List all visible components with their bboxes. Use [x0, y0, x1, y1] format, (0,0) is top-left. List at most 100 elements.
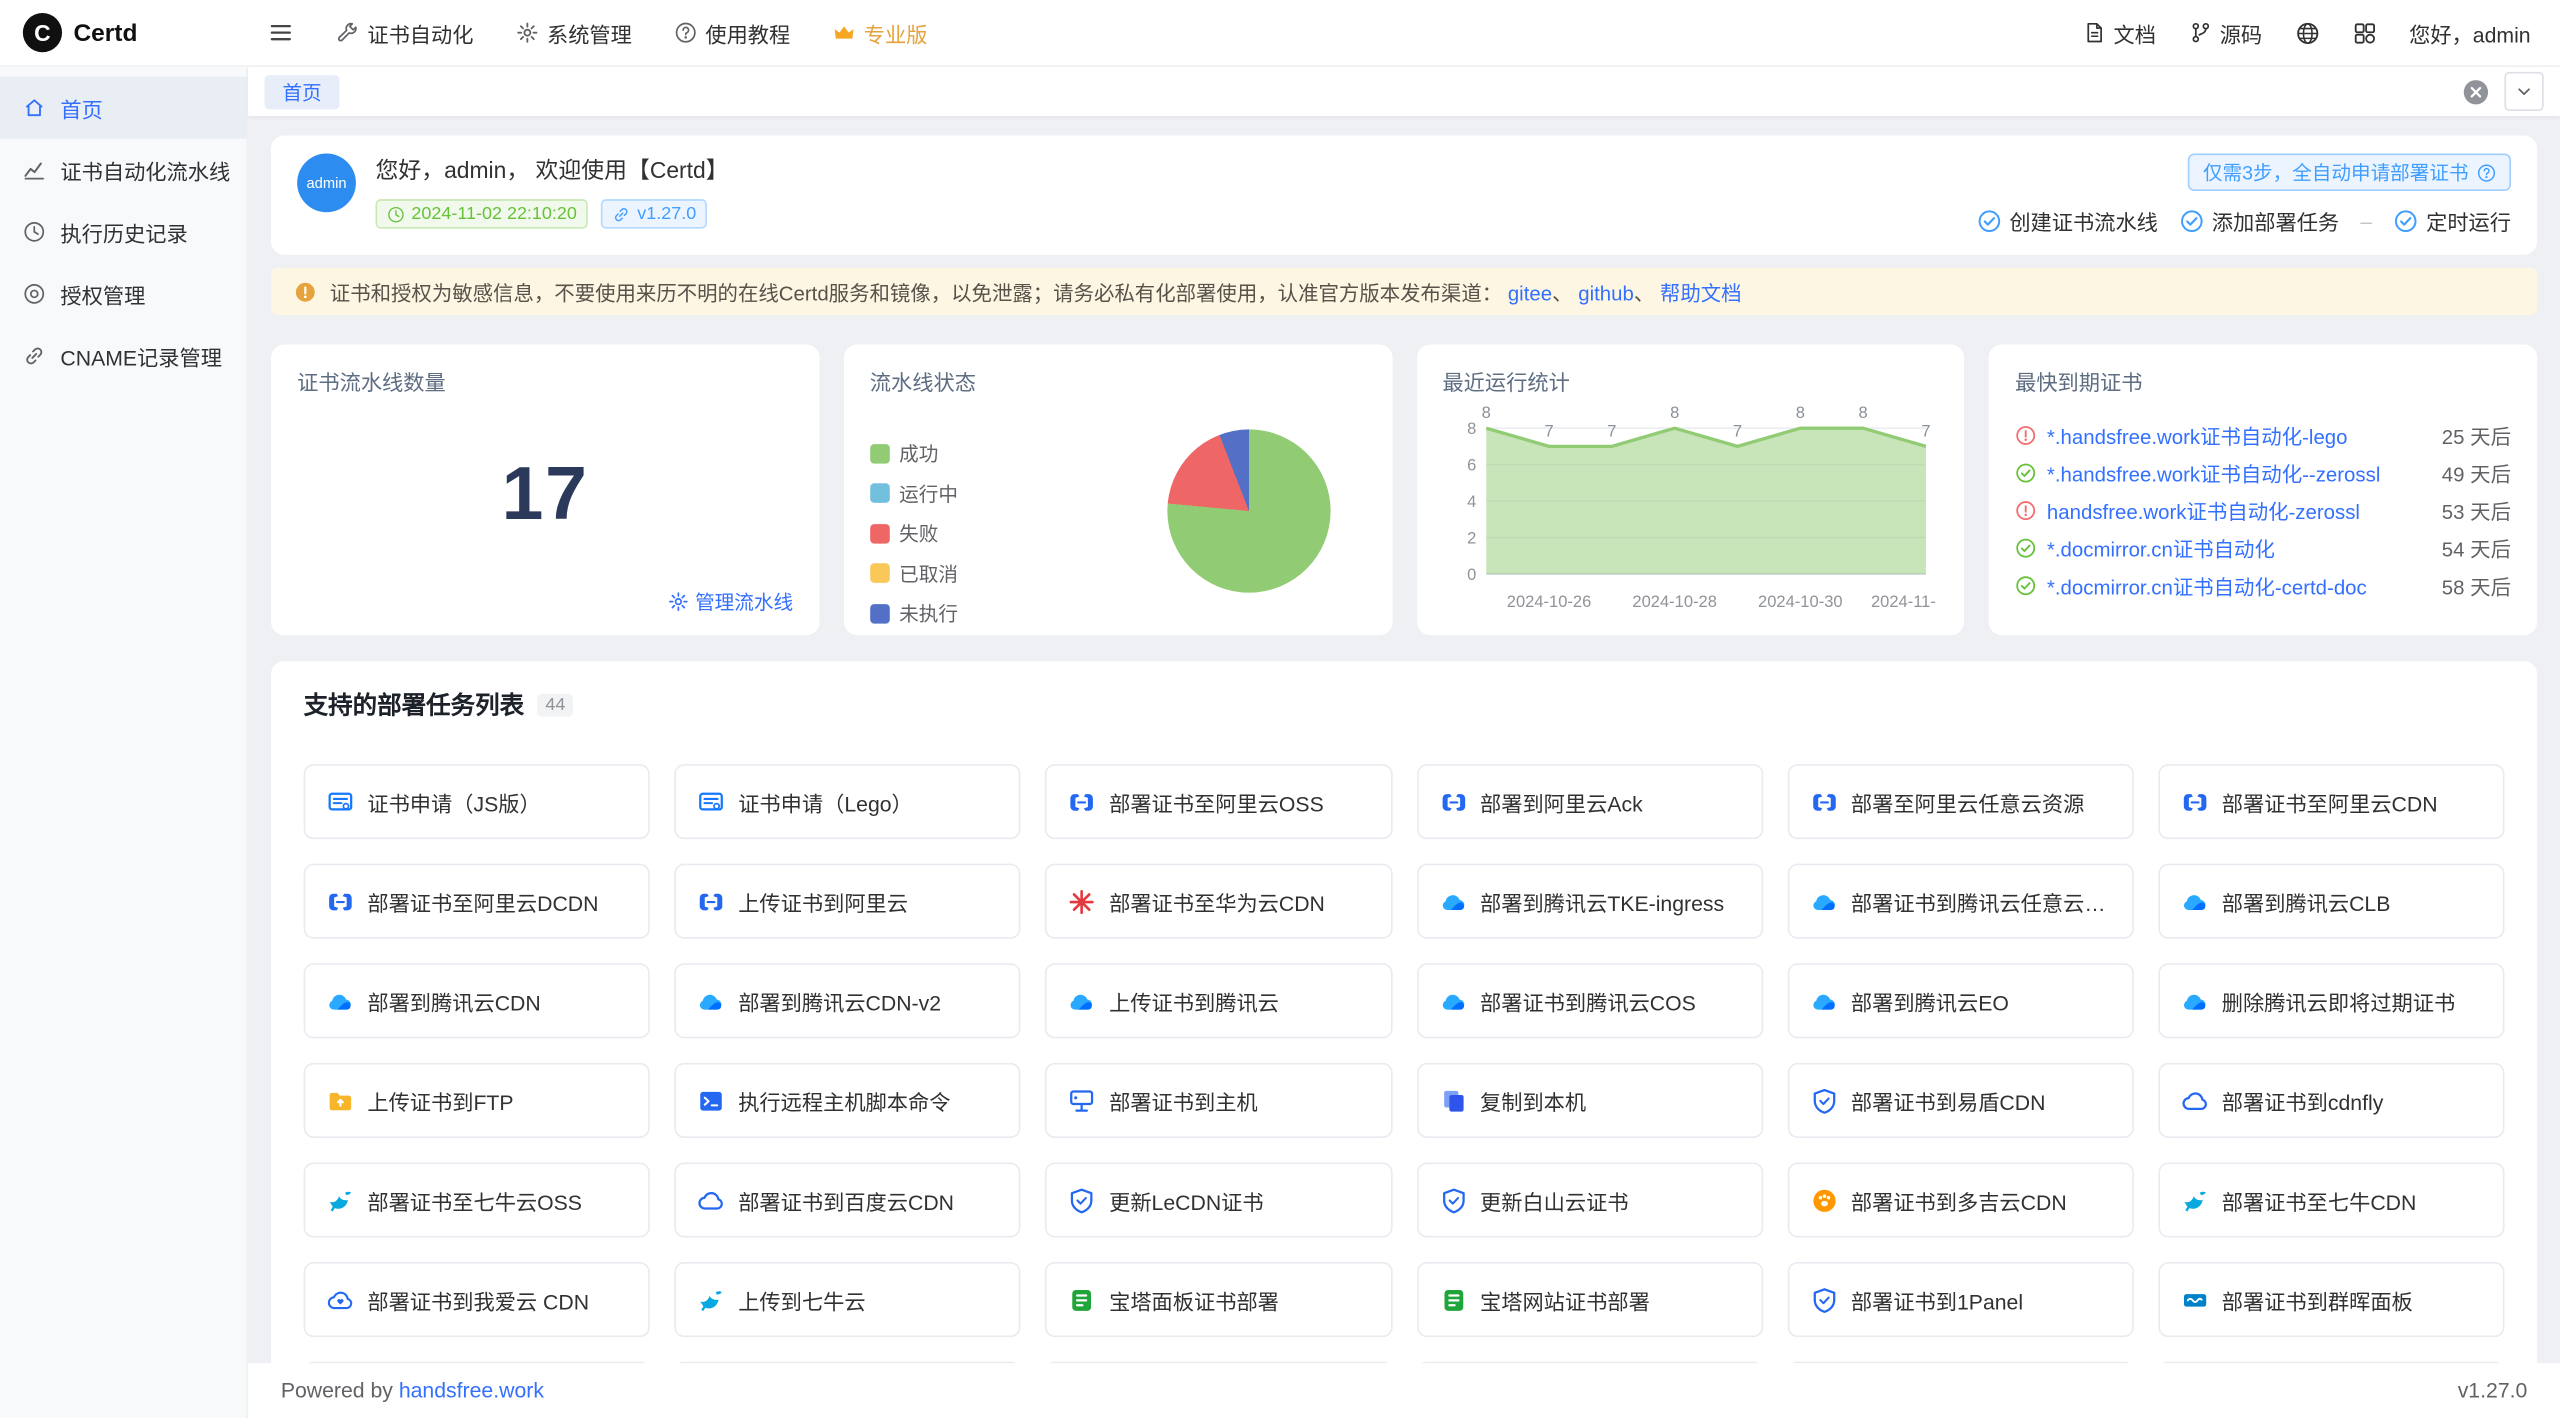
- manage-pipelines-link[interactable]: 管理流水线: [667, 588, 793, 616]
- task-item[interactable]: 证书申请（JS版）: [304, 764, 650, 839]
- sidebar-item-home[interactable]: 首页: [0, 77, 247, 139]
- wrench-icon: [336, 21, 359, 44]
- deploy-tasks-title: 支持的部署任务列表: [304, 687, 524, 721]
- step-label: 创建证书流水线: [2009, 206, 2158, 237]
- task-item[interactable]: 部署证书至阿里云DCDN: [304, 864, 650, 939]
- legend-item-成功[interactable]: 成功: [870, 439, 958, 467]
- legend-item-已取消[interactable]: 已取消: [870, 559, 958, 587]
- task-item-label: 部署证书到cdnfly: [2222, 1085, 2384, 1116]
- step-label: 添加部署任务: [2212, 206, 2339, 237]
- legend-label: 未执行: [899, 599, 958, 627]
- task-item[interactable]: 删除腾讯云即将过期证书: [2158, 963, 2504, 1038]
- task-item[interactable]: 执行远程主机脚本命令: [675, 1063, 1021, 1138]
- cert-name-link[interactable]: *.handsfree.work证书自动化--zerossl: [2047, 457, 2419, 488]
- task-item-label: 部署证书到多吉云CDN: [1851, 1184, 2067, 1215]
- nav-item-cert-automation[interactable]: 证书自动化: [336, 17, 473, 48]
- task-item[interactable]: 部署到腾讯云CDN: [304, 963, 650, 1038]
- task-item-label: 部署证书到1Panel: [1851, 1284, 2023, 1315]
- task-item[interactable]: 部署证书至阿里云CDN: [2158, 764, 2504, 839]
- legend-item-失败[interactable]: 失败: [870, 519, 958, 547]
- svg-text:8: 8: [1669, 403, 1678, 422]
- sidebar-item-cname[interactable]: CNAME记录管理: [0, 325, 247, 387]
- source-link[interactable]: 源码: [2189, 17, 2262, 48]
- sidebar-item-pipelines[interactable]: 证书自动化流水线: [0, 139, 247, 201]
- task-item[interactable]: 部署证书到1Panel: [1787, 1262, 2133, 1337]
- certd-logo-icon: C: [23, 13, 62, 52]
- notice-link-帮助文档[interactable]: 帮助文档: [1654, 282, 1741, 305]
- task-item[interactable]: 更新白山云证书: [1416, 1162, 1762, 1237]
- globe-icon[interactable]: [2295, 20, 2319, 44]
- task-item[interactable]: 部署证书到cdnfly: [2158, 1063, 2504, 1138]
- docs-link[interactable]: 文档: [2083, 17, 2156, 48]
- task-item[interactable]: 部署证书到腾讯云COS: [1416, 963, 1762, 1038]
- cert-name-link[interactable]: *.docmirror.cn证书自动化-certd-doc: [2047, 570, 2419, 601]
- task-item[interactable]: 部署证书到易盾CDN: [1787, 1063, 2133, 1138]
- task-item[interactable]: 部署证书到百度云CDN: [675, 1162, 1021, 1237]
- step-separator: –: [2360, 209, 2372, 233]
- task-item[interactable]: 证书申请（Lego）: [675, 764, 1021, 839]
- task-item[interactable]: 更新LeCDN证书: [1045, 1162, 1391, 1237]
- cert-icon: [327, 788, 355, 816]
- task-item-label: 更新LeCDN证书: [1109, 1184, 1263, 1215]
- theme-icon[interactable]: [2352, 20, 2376, 44]
- nav-item-system-management[interactable]: 系统管理: [516, 17, 632, 48]
- notice-link-github[interactable]: github: [1573, 282, 1634, 305]
- promo-badge[interactable]: 仅需3步，全自动申请部署证书: [2188, 153, 2511, 191]
- sidebar-item-history[interactable]: 执行历史记录: [0, 201, 247, 263]
- task-item[interactable]: 宝塔网站证书部署: [1416, 1262, 1762, 1337]
- close-tab-icon[interactable]: [2462, 78, 2490, 106]
- version-badge: v1.27.0: [601, 199, 707, 228]
- task-item[interactable]: 部署证书到主机: [1045, 1063, 1391, 1138]
- svg-text:7: 7: [1732, 421, 1741, 440]
- collapse-menu-icon[interactable]: [268, 20, 294, 46]
- task-item[interactable]: 上传到七牛云: [675, 1262, 1021, 1337]
- setup-step-2[interactable]: 添加部署任务: [2179, 206, 2339, 237]
- task-item-label: 部署证书到易盾CDN: [1851, 1085, 2046, 1116]
- cert-name-link[interactable]: handsfree.work证书自动化-zerossl: [2047, 495, 2419, 526]
- legend-item-运行中[interactable]: 运行中: [870, 479, 958, 507]
- cert-name-link[interactable]: *.handsfree.work证书自动化-lego: [2047, 420, 2419, 451]
- task-item[interactable]: 上传证书到FTP: [304, 1063, 650, 1138]
- user-greeting[interactable]: 您好，admin: [2409, 17, 2531, 48]
- tab-首页[interactable]: 首页: [264, 74, 339, 108]
- nav-item-tutorial[interactable]: 使用教程: [674, 17, 790, 48]
- top-header: C Certd 证书自动化 系统管理 使用教程 专业版 文档 源码 您好，admin: [0, 0, 2560, 67]
- task-item[interactable]: 宝塔面板证书部署: [1045, 1262, 1391, 1337]
- setup-step-1[interactable]: 创建证书流水线: [1977, 206, 2158, 237]
- task-item-label: 宝塔面板证书部署: [1109, 1284, 1279, 1315]
- handsfree-link[interactable]: handsfree.work: [399, 1378, 544, 1402]
- task-item[interactable]: 部署至阿里云任意云资源: [1787, 764, 2133, 839]
- logo[interactable]: C Certd: [0, 13, 248, 52]
- task-item[interactable]: 部署证书到腾讯云任意云资源: [1787, 864, 2133, 939]
- status-ok-icon: [2015, 574, 2037, 596]
- task-item[interactable]: 部署证书至七牛云OSS: [304, 1162, 650, 1237]
- task-item[interactable]: 上传证书到阿里云: [675, 864, 1021, 939]
- svg-text:2024-10-30: 2024-10-30: [1757, 592, 1842, 611]
- task-item[interactable]: 部署到腾讯云EO: [1787, 963, 2133, 1038]
- tab-menu-button[interactable]: [2504, 72, 2543, 111]
- task-item[interactable]: 部署到阿里云Ack: [1416, 764, 1762, 839]
- top-nav: 证书自动化 系统管理 使用教程 专业版: [294, 17, 928, 48]
- cert-name-link[interactable]: *.docmirror.cn证书自动化: [2047, 532, 2419, 563]
- task-item[interactable]: 部署证书到我爱云 CDN: [304, 1262, 650, 1337]
- avatar[interactable]: admin: [297, 153, 356, 212]
- task-item[interactable]: 部署到腾讯云CLB: [2158, 864, 2504, 939]
- task-item[interactable]: 上传证书到腾讯云: [1045, 963, 1391, 1038]
- task-item[interactable]: 部署证书到群晖面板: [2158, 1262, 2504, 1337]
- security-notice: 证书和授权为敏感信息，不要使用来历不明的在线Certd服务和镜像，以免泄露；请务…: [271, 268, 2537, 315]
- task-item[interactable]: 部署证书到多吉云CDN: [1787, 1162, 2133, 1237]
- task-item[interactable]: 部署证书至华为云CDN: [1045, 864, 1391, 939]
- welcome-card: admin 您好，admin， 欢迎使用【Certd】 2024-11-02 2…: [271, 136, 2537, 255]
- task-item-label: 上传到七牛云: [738, 1284, 865, 1315]
- legend-item-未执行[interactable]: 未执行: [870, 599, 958, 627]
- nav-item-pro-version[interactable]: 专业版: [833, 17, 928, 48]
- task-item[interactable]: 部署证书至七牛CDN: [2158, 1162, 2504, 1237]
- task-item[interactable]: 复制到本机: [1416, 1063, 1762, 1138]
- sidebar-item-auth[interactable]: 授权管理: [0, 263, 247, 325]
- task-item[interactable]: 部署到腾讯云TKE-ingress: [1416, 864, 1762, 939]
- tencent-icon: [1439, 887, 1467, 915]
- notice-link-gitee[interactable]: gitee: [1502, 282, 1552, 305]
- task-item[interactable]: 部署到腾讯云CDN-v2: [675, 963, 1021, 1038]
- setup-step-3[interactable]: 定时运行: [2393, 206, 2511, 237]
- task-item[interactable]: 部署证书至阿里云OSS: [1045, 764, 1391, 839]
